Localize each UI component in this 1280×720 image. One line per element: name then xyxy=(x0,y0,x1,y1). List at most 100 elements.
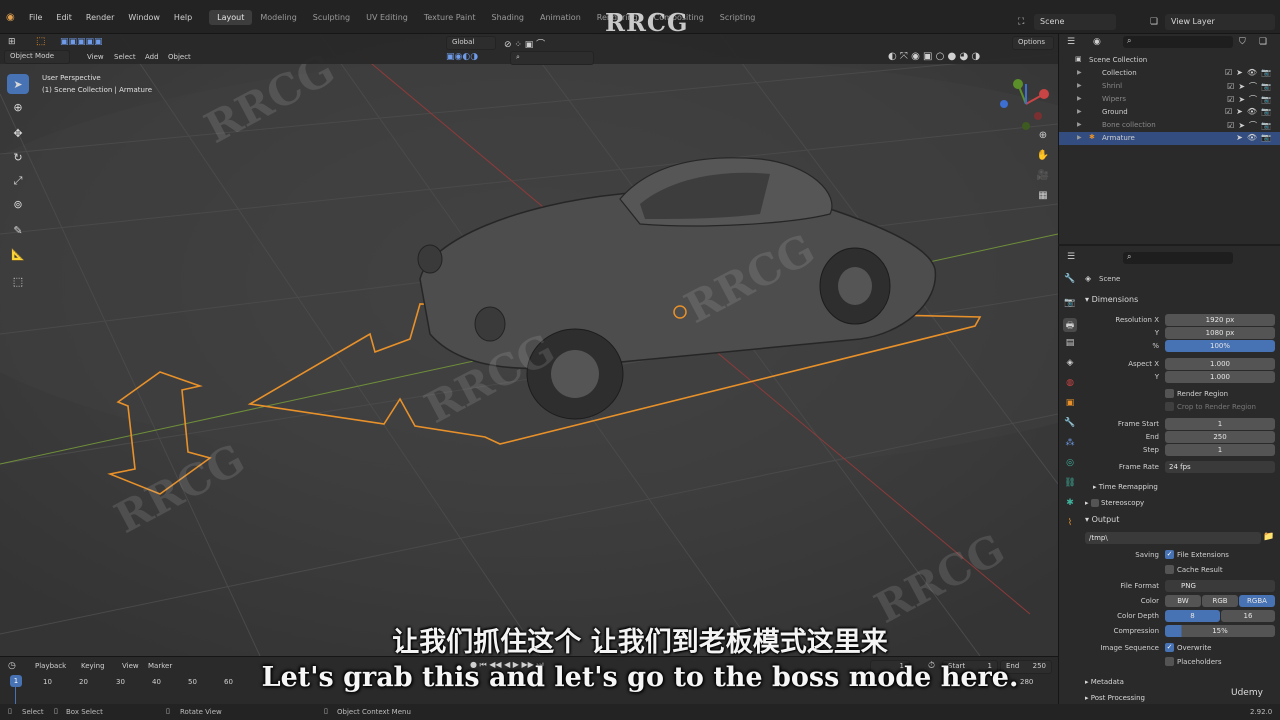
properties-search-input[interactable]: ⌕ xyxy=(1123,252,1233,264)
tab-shading[interactable]: Shading xyxy=(483,10,532,25)
menu-file[interactable]: File xyxy=(22,13,49,22)
visibility-icons[interactable]: ☑➤👁📷 xyxy=(1225,107,1275,116)
select-mode-icons[interactable]: ▣▣▣▣▣ xyxy=(60,37,103,47)
shading-mode-icons[interactable]: ◐ ⤧ ◉ ▣ ○ ● ◕ ◑ xyxy=(888,51,980,62)
menu-window[interactable]: Window xyxy=(121,13,167,22)
menu-object[interactable]: Object xyxy=(168,53,191,61)
menu-edit[interactable]: Edit xyxy=(49,13,79,22)
editor-type-icon[interactable]: ⊞ xyxy=(8,37,16,47)
camera-icon[interactable]: 🎥 xyxy=(1035,170,1051,186)
visibility-icons[interactable]: ☑➤👁📷 xyxy=(1225,68,1275,77)
resolution-pct-field[interactable]: 100% xyxy=(1165,340,1275,352)
transform-tool-icon[interactable]: ⊚ xyxy=(7,194,29,214)
frame-start-field[interactable]: 1 xyxy=(1165,418,1275,430)
outliner-search-input[interactable]: ⌕ xyxy=(1123,36,1233,48)
tab-uv-editing[interactable]: UV Editing xyxy=(358,10,416,25)
menu-add[interactable]: Add xyxy=(145,53,159,61)
new-collection-icon[interactable]: ❏ xyxy=(1259,37,1267,47)
frame-end-field[interactable]: 250 xyxy=(1165,431,1275,443)
expand-icon[interactable]: ▶ xyxy=(1077,121,1082,128)
object-mode-dropdown[interactable]: Object Mode xyxy=(4,50,70,64)
view-layer-selector[interactable]: View Layer xyxy=(1165,14,1275,30)
resolution-x-field[interactable]: 1920 px xyxy=(1165,314,1275,326)
scene-selector[interactable]: Scene xyxy=(1034,14,1116,30)
cache-result-checkbox[interactable] xyxy=(1165,565,1174,574)
filter-icon[interactable]: ⛉ xyxy=(1239,37,1246,47)
menu-view[interactable]: View xyxy=(87,53,104,61)
annotate-tool-icon[interactable]: ✎ xyxy=(7,220,29,240)
gizmo-toggle-icons[interactable]: ▣◉◐◑ xyxy=(446,52,478,62)
color-rgba-button[interactable]: RGBA xyxy=(1239,595,1275,607)
outliner-item-armature[interactable]: ▶ ✱ Armature ➤👁📷 xyxy=(1059,132,1280,145)
measure-tool-icon[interactable]: 📐 xyxy=(7,244,29,264)
tab-scripting[interactable]: Scripting xyxy=(712,10,764,25)
output-path-field[interactable]: /tmp\ xyxy=(1085,532,1261,544)
move-tool-icon[interactable]: ✥ xyxy=(7,123,29,143)
display-mode-icon[interactable]: ◉ xyxy=(1093,37,1101,47)
bone-tab-icon[interactable]: ⌇ xyxy=(1063,518,1077,532)
visibility-icons[interactable]: ☑➤⌒📷 xyxy=(1227,120,1275,131)
scale-tool-icon[interactable]: ⤢ xyxy=(7,171,29,191)
options-dropdown[interactable]: Options xyxy=(1012,36,1054,50)
outliner-item-ground[interactable]: ▶ Ground ☑➤👁📷 xyxy=(1059,106,1280,119)
time-remapping-header[interactable]: ▸ Time Remapping xyxy=(1093,483,1158,491)
menu-help[interactable]: Help xyxy=(167,13,199,22)
3d-viewport[interactable]: RRCG RRCG RRCG RRCG RRCG xyxy=(0,34,1058,656)
render-tab-icon[interactable]: 📷 xyxy=(1063,298,1077,312)
data-tab-icon[interactable]: ✱ xyxy=(1063,498,1077,512)
outliner-item-bone-collection[interactable]: ▶ Bone collection ☑➤⌒📷 xyxy=(1059,119,1280,132)
expand-icon[interactable]: ▶ xyxy=(1077,82,1082,89)
constraints-tab-icon[interactable]: ⛓ xyxy=(1063,478,1077,492)
file-extensions-checkbox[interactable]: ✓ xyxy=(1165,550,1174,559)
pan-hand-icon[interactable]: ✋ xyxy=(1035,150,1051,166)
add-cube-tool-icon[interactable]: ⬚ xyxy=(7,271,29,291)
tool-tab-icon[interactable]: 🔧 xyxy=(1063,274,1077,288)
frame-step-field[interactable]: 1 xyxy=(1165,444,1275,456)
blender-logo-icon[interactable]: ◉ xyxy=(6,12,22,23)
grid-toggle-icon[interactable]: ▦ xyxy=(1035,190,1051,206)
rotate-tool-icon[interactable]: ↻ xyxy=(7,147,29,167)
expand-icon[interactable]: ▶ xyxy=(1077,108,1082,115)
zoom-icon[interactable]: ⊕ xyxy=(1035,130,1051,146)
object-tab-icon[interactable]: ▣ xyxy=(1063,398,1077,412)
crop-region-checkbox[interactable] xyxy=(1165,402,1174,411)
tab-layout[interactable]: Layout xyxy=(209,9,253,25)
folder-icon[interactable]: 📁 xyxy=(1263,532,1274,542)
outliner-item-shrinl[interactable]: ▶ Shrinl ☑➤⌒📷 xyxy=(1059,80,1280,93)
visibility-icons[interactable]: ➤👁📷 xyxy=(1236,133,1275,142)
post-processing-header[interactable]: ▸ Post Processing xyxy=(1085,694,1145,702)
pivot-snap-icons[interactable]: ⊘ ⁘ ▣ ⌒ xyxy=(504,37,545,50)
output-header[interactable]: ▾ Output xyxy=(1085,515,1119,524)
tab-animation[interactable]: Animation xyxy=(532,10,589,25)
stereoscopy-header[interactable]: ▸ Stereoscopy xyxy=(1085,499,1144,507)
frame-rate-dropdown[interactable]: 24 fps xyxy=(1165,461,1275,473)
expand-icon[interactable]: ▶ xyxy=(1077,134,1082,141)
outliner-root[interactable]: ▣ Scene Collection xyxy=(1059,54,1280,67)
expand-icon[interactable]: ▶ xyxy=(1077,69,1082,76)
select-box-icon[interactable]: ⬚ xyxy=(36,36,45,47)
color-rgb-button[interactable]: RGB xyxy=(1202,595,1238,607)
tab-sculpting[interactable]: Sculpting xyxy=(305,10,358,25)
menu-render[interactable]: Render xyxy=(79,13,121,22)
viewport-search-field[interactable]: ⌕ xyxy=(510,51,594,65)
properties-editor-icon[interactable]: ☰ xyxy=(1067,252,1075,262)
menu-select[interactable]: Select xyxy=(114,53,136,61)
aspect-x-field[interactable]: 1.000 xyxy=(1165,358,1275,370)
select-tool-icon[interactable]: ➤ xyxy=(7,74,29,94)
expand-icon[interactable]: ▶ xyxy=(1077,95,1082,102)
outliner-editor-icon[interactable]: ☰ xyxy=(1067,37,1075,47)
tab-texture-paint[interactable]: Texture Paint xyxy=(416,10,484,25)
cursor-tool-icon[interactable]: ⊕ xyxy=(7,97,29,117)
navigation-gizmo[interactable] xyxy=(996,74,1056,134)
tab-modeling[interactable]: Modeling xyxy=(252,10,304,25)
visibility-icons[interactable]: ☑➤⌒📷 xyxy=(1227,81,1275,92)
orientation-dropdown[interactable]: Global xyxy=(446,36,496,50)
outliner-item-wipers[interactable]: ▶ Wipers ☑➤⌒📷 xyxy=(1059,93,1280,106)
file-format-dropdown[interactable]: PNG xyxy=(1165,580,1275,592)
aspect-y-field[interactable]: 1.000 xyxy=(1165,371,1275,383)
resolution-y-field[interactable]: 1080 px xyxy=(1165,327,1275,339)
color-bw-button[interactable]: BW xyxy=(1165,595,1201,607)
visibility-icons[interactable]: ☑➤⌒📷 xyxy=(1227,94,1275,105)
outliner-item-collection[interactable]: ▶ Collection ☑➤👁📷 xyxy=(1059,67,1280,80)
render-region-checkbox[interactable] xyxy=(1165,389,1174,398)
